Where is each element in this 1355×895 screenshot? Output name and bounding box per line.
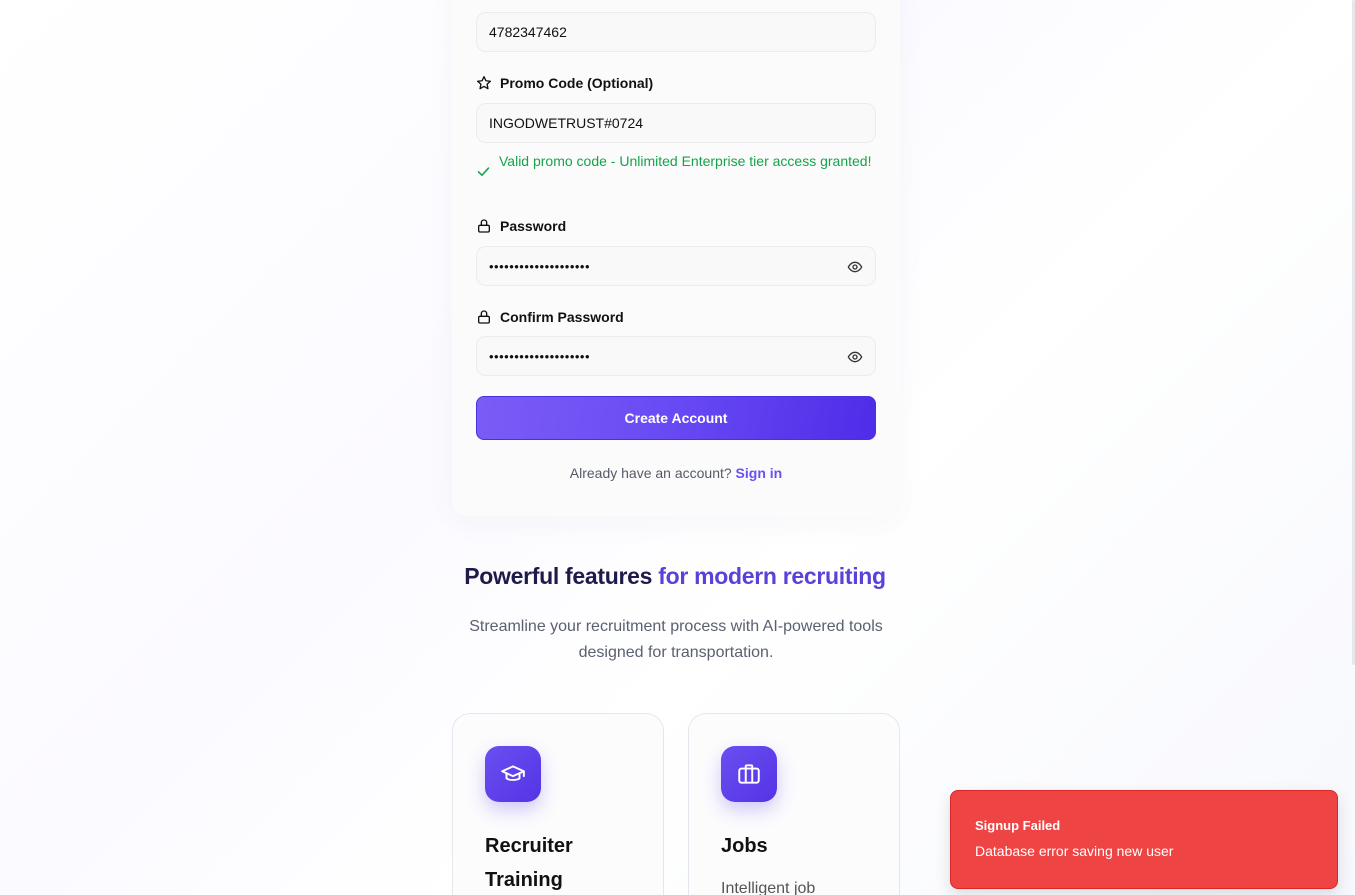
confirm-password-label-text: Confirm Password [500, 309, 624, 325]
toast-title: Signup Failed [975, 818, 1061, 833]
password-input[interactable]: •••••••••••••••••••• [476, 246, 876, 286]
lock-icon [478, 310, 490, 324]
feature-title: Jobs [721, 835, 768, 857]
show-confirm-password-eye-icon[interactable] [847, 349, 863, 365]
lock-icon [478, 219, 490, 233]
create-account-button[interactable]: Create Account [476, 396, 876, 440]
confirm-password-masked-value: •••••••••••••••••••• [489, 348, 591, 364]
briefcase-icon [738, 764, 760, 784]
features-heading-part1: Powerful features [464, 563, 659, 589]
password-label: Password [476, 216, 566, 236]
promo-success-text: Valid promo code - Unlimited Enterprise … [499, 153, 872, 169]
promo-code-input[interactable]: INGODWETRUST#0724 [476, 103, 876, 143]
phone-input-value: 4782347462 [489, 24, 567, 40]
features-heading-part2: for [658, 563, 695, 589]
promo-success-message: Valid promo code - Unlimited Enterprise … [476, 150, 876, 179]
features-subtitle: Streamline your recruitment process with… [469, 618, 883, 661]
show-password-eye-icon[interactable] [847, 259, 863, 275]
feature-card-jobs[interactable]: Jobs Intelligent job [688, 713, 900, 895]
phone-input[interactable]: 4782347462 [476, 12, 876, 52]
feature-icon-badge [721, 746, 777, 802]
feature-title: Recruiter Training [485, 835, 573, 891]
features-heading-part3: modern recruiting [694, 563, 886, 589]
error-toast[interactable]: Signup Failed Database error saving new … [950, 790, 1338, 889]
star-icon [477, 76, 491, 90]
promo-code-label: Promo Code (Optional) [476, 73, 653, 93]
feature-description: Intelligent job [721, 880, 816, 895]
signin-prompt-text: Already have an account? [569, 465, 732, 481]
features-heading: Powerful features for modern recruiting [380, 563, 970, 590]
confirm-password-input[interactable]: •••••••••••••••••••• [476, 336, 876, 376]
graduation-cap-icon [501, 765, 525, 781]
confirm-password-label: Confirm Password [476, 307, 624, 327]
signin-prompt: Already have an account? Sign in [476, 465, 876, 481]
password-label-text: Password [500, 218, 567, 234]
password-masked-value: •••••••••••••••••••• [489, 258, 591, 274]
feature-icon-badge [485, 746, 541, 802]
promo-code-label-text: Promo Code (Optional) [500, 75, 654, 91]
signin-link[interactable]: Sign in [736, 465, 783, 481]
promo-code-value: INGODWETRUST#0724 [489, 115, 644, 131]
check-icon [477, 167, 490, 177]
toast-message: Database error saving new user [975, 843, 1174, 859]
feature-card-recruiter-training[interactable]: Recruiter Training [452, 713, 664, 895]
